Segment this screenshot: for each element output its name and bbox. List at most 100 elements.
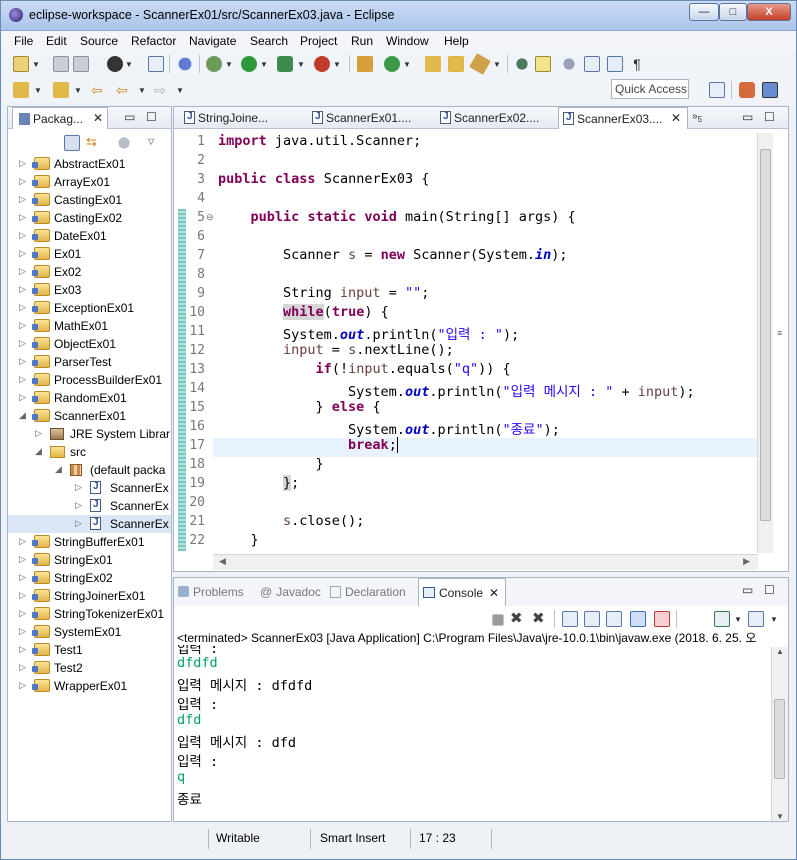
menu-source[interactable]: Source (80, 34, 118, 48)
tree-item[interactable]: ▷ CastingEx02 (8, 209, 171, 227)
collapsed-twisty-icon[interactable]: ▷ (19, 572, 26, 583)
collapsed-twisty-icon[interactable]: ▷ (19, 680, 26, 691)
tree-item[interactable]: ▷ AbstractEx01 (8, 155, 171, 173)
collapsed-twisty-icon[interactable]: ▷ (75, 518, 82, 529)
close-button[interactable]: X (747, 3, 791, 21)
collapsed-twisty-icon[interactable]: ▷ (19, 302, 26, 313)
open-type-icon[interactable] (448, 56, 464, 72)
menu-navigate[interactable]: Navigate (189, 34, 236, 48)
tree-item[interactable]: ▷ ArrayEx01 (8, 173, 171, 191)
highlight-icon[interactable] (535, 56, 551, 72)
collapsed-twisty-icon[interactable]: ▷ (19, 554, 26, 565)
next-annotation-icon[interactable] (13, 82, 29, 98)
skip-breakpoints-icon[interactable] (178, 57, 192, 71)
tree-item[interactable]: ▷ ParserTest (8, 353, 171, 371)
minimize-editor-icon[interactable]: ▭ (742, 110, 753, 124)
debug-icon[interactable] (107, 56, 123, 72)
tree-item[interactable]: ▷ Test2 (8, 659, 171, 677)
block-select-icon[interactable] (607, 56, 623, 72)
chevron-down-icon[interactable]: ▼ (225, 60, 233, 69)
collapsed-twisty-icon[interactable]: ▷ (19, 374, 26, 385)
chevron-down-icon[interactable]: ▼ (333, 60, 341, 69)
tree-item[interactable]: ◢ src (8, 443, 171, 461)
java-ee-perspective-icon[interactable] (739, 82, 755, 98)
coverage-icon[interactable] (277, 56, 293, 72)
editor-horizontal-scrollbar[interactable]: ◀ ▶ (213, 554, 758, 570)
minimize-panel-icon[interactable]: ▭ (742, 583, 753, 597)
back-icon[interactable]: ⇦ (116, 82, 132, 98)
chevron-down-icon[interactable]: ▼ (734, 615, 742, 624)
scroll-thumb[interactable] (760, 149, 771, 521)
maximize-view-icon[interactable]: ☐ (146, 110, 157, 124)
tab-stringjoiner[interactable]: StringJoine... (180, 107, 304, 129)
tree-item[interactable]: ▷ JRE System Librar (8, 425, 171, 443)
collapsed-twisty-icon[interactable]: ▷ (19, 392, 26, 403)
link-editor-icon[interactable]: ⇆ (86, 135, 102, 151)
new-java-package-icon[interactable] (357, 56, 373, 72)
collapsed-twisty-icon[interactable]: ▷ (19, 644, 26, 655)
menu-refactor[interactable]: Refactor (131, 34, 176, 48)
show-on-stderr-icon[interactable] (654, 611, 670, 627)
last-edit-icon[interactable]: ⇦ (91, 82, 107, 98)
tree-item[interactable]: ▷ StringJoinerEx01 (8, 587, 171, 605)
tree-item[interactable]: ▷ RandomEx01 (8, 389, 171, 407)
collapsed-twisty-icon[interactable]: ▷ (19, 608, 26, 619)
menu-run[interactable]: Run (351, 34, 373, 48)
menu-project[interactable]: Project (300, 34, 337, 48)
open-folder-icon[interactable] (425, 56, 441, 72)
collapsed-twisty-icon[interactable]: ▷ (75, 500, 82, 511)
annotation-icon[interactable] (563, 58, 575, 70)
pin-console-icon[interactable] (714, 611, 730, 627)
open-perspective-icon[interactable] (709, 82, 725, 98)
new-java-class-icon[interactable] (384, 56, 400, 72)
chevron-down-icon[interactable]: ▼ (770, 615, 778, 624)
collapsed-twisty-icon[interactable]: ▷ (19, 248, 26, 259)
tree-item[interactable]: ▷ StringTokenizerEx01 (8, 605, 171, 623)
collapsed-twisty-icon[interactable]: ▷ (19, 536, 26, 547)
tree-item[interactable]: ▷ MathEx01 (8, 317, 171, 335)
tree-item[interactable]: ◢ (default packa (8, 461, 171, 479)
terminal-icon[interactable] (148, 56, 164, 72)
collapsed-twisty-icon[interactable]: ▷ (19, 356, 26, 367)
collapsed-twisty-icon[interactable]: ▷ (75, 482, 82, 493)
remove-launch-icon[interactable]: ✖ (510, 611, 526, 627)
chevron-down-icon[interactable]: ▼ (297, 60, 305, 69)
run-icon[interactable] (241, 56, 257, 72)
tab-console[interactable]: Console ✕ (418, 578, 506, 606)
minimize-button[interactable]: — (689, 3, 719, 21)
chevron-down-icon[interactable]: ▼ (493, 60, 501, 69)
tab-declaration[interactable]: Declaration (330, 578, 420, 600)
clear-console-icon[interactable] (562, 611, 578, 627)
scroll-thumb[interactable] (774, 699, 785, 779)
console-output[interactable]: 입력 : dfdfd 입력 메시지 : dfdfd 입력 : dfd 입력 메시지 : … (174, 645, 770, 821)
fold-collapse-icon[interactable]: ⊖ (206, 212, 214, 223)
tree-item[interactable]: ▷ StringEx01 (8, 551, 171, 569)
menu-edit[interactable]: Edit (46, 34, 67, 48)
tree-item[interactable]: ▷ WrapperEx01 (8, 677, 171, 695)
chevron-down-icon[interactable]: ▼ (74, 86, 82, 95)
collapsed-twisty-icon[interactable]: ▷ (35, 428, 42, 439)
expanded-twisty-icon[interactable]: ◢ (19, 410, 26, 421)
tree-item[interactable]: ▷ CastingEx01 (8, 191, 171, 209)
new-icon[interactable] (13, 56, 29, 72)
menu-search[interactable]: Search (250, 34, 288, 48)
tree-item[interactable]: ▷ ProcessBuilderEx01 (8, 371, 171, 389)
maximize-editor-icon[interactable]: ☐ (764, 110, 775, 124)
collapsed-twisty-icon[interactable]: ▷ (19, 590, 26, 601)
tree-item[interactable]: ▷ ScannerEx (8, 479, 171, 497)
tree-item[interactable]: ▷ ObjectEx01 (8, 335, 171, 353)
java-perspective-icon[interactable] (762, 82, 778, 98)
show-on-stdout-icon[interactable] (630, 611, 646, 627)
minimize-view-icon[interactable]: ▭ (124, 110, 135, 124)
tab-problems[interactable]: Problems (178, 578, 258, 600)
external-tools-icon[interactable] (314, 56, 330, 72)
collapsed-twisty-icon[interactable]: ▷ (19, 158, 26, 169)
chevron-down-icon[interactable]: ▼ (138, 86, 146, 95)
chevron-down-icon[interactable]: ▼ (176, 86, 184, 95)
pin-icon[interactable] (516, 58, 528, 70)
tab-javadoc[interactable]: @ Javadoc (260, 578, 330, 600)
tree-item[interactable]: ▷ ExceptionEx01 (8, 299, 171, 317)
tree-item[interactable]: ▷ StringEx02 (8, 569, 171, 587)
expanded-twisty-icon[interactable]: ◢ (35, 446, 42, 457)
tree-item[interactable]: ▷ Test1 (8, 641, 171, 659)
